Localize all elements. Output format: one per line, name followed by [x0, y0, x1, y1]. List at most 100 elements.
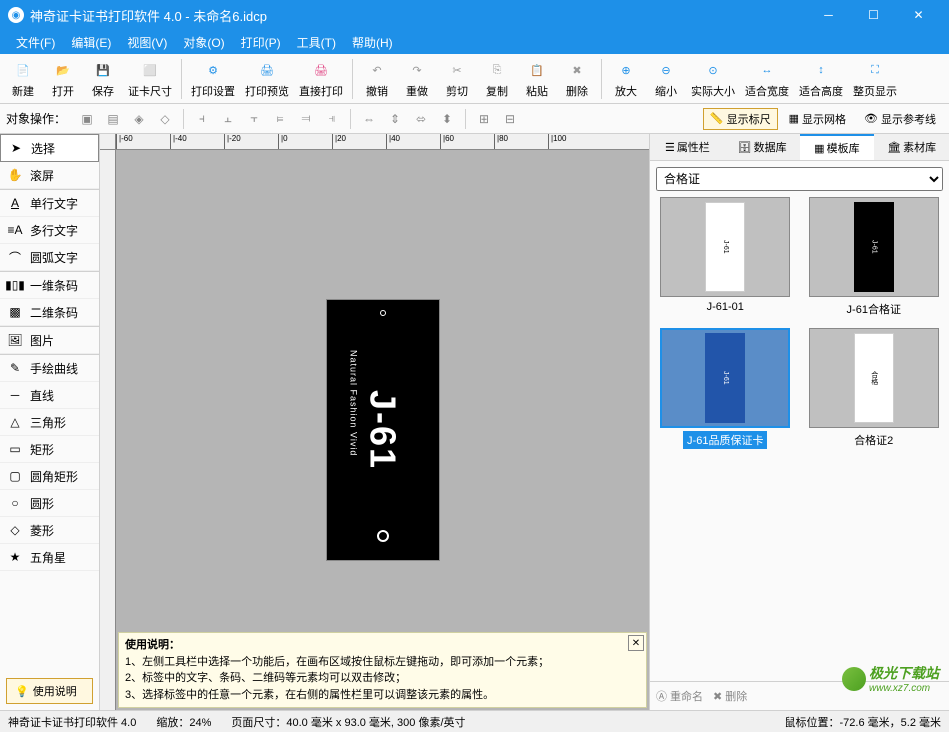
fitheight-button[interactable]: ↕适合高度: [795, 56, 847, 101]
save-button[interactable]: 💾保存: [84, 56, 122, 101]
menu-help[interactable]: 帮助(H): [344, 32, 401, 53]
tab-properties[interactable]: ☰属性栏: [650, 134, 725, 160]
delete-button[interactable]: ✖删除: [558, 56, 596, 101]
tool-line[interactable]: ─直线: [0, 382, 99, 409]
cardsize-icon: ⬜: [138, 58, 162, 82]
cardsize-button[interactable]: ⬜证卡尺寸: [124, 56, 176, 101]
show-grid-toggle[interactable]: ▦显示网格: [782, 108, 853, 130]
fitwidth-icon: ↔: [755, 58, 779, 82]
instructions-close-button[interactable]: ✕: [628, 635, 644, 651]
canvas-area[interactable]: |-60|-40|-20|0|20|40|60|80|100 J-61 Natu…: [100, 134, 649, 710]
template-item-3[interactable]: J-61 J-61品质保证卡: [656, 328, 795, 449]
tool-circle[interactable]: ○圆形: [0, 490, 99, 517]
layer-up-icon[interactable]: ◈: [128, 108, 150, 130]
menu-edit[interactable]: 编辑(E): [63, 32, 119, 53]
tool-diamond[interactable]: ◇菱形: [0, 517, 99, 544]
open-button[interactable]: 📂打开: [44, 56, 82, 101]
menu-print[interactable]: 打印(P): [233, 32, 289, 53]
line-icon: ─: [6, 386, 24, 404]
dist-h-icon[interactable]: ⇔: [358, 108, 380, 130]
ruler-corner: [100, 134, 116, 150]
star-icon: ★: [6, 548, 24, 566]
fitpage-button[interactable]: ⛶整页显示: [849, 56, 901, 101]
show-ruler-toggle[interactable]: 📏显示标尺: [703, 108, 778, 130]
menu-file[interactable]: 文件(F): [8, 32, 63, 53]
tool-select[interactable]: ➤选择: [0, 134, 99, 162]
tool-barcode-2d[interactable]: ▩二维条码: [0, 299, 99, 326]
ruler-vertical: [100, 150, 116, 710]
tool-freehand[interactable]: ✎手绘曲线: [0, 354, 99, 382]
card-hole-top: [380, 310, 386, 316]
tool-image[interactable]: 🖼图片: [0, 326, 99, 354]
fitwidth-button[interactable]: ↔适合宽度: [741, 56, 793, 101]
maximize-button[interactable]: ☐: [851, 0, 896, 30]
menu-tool[interactable]: 工具(T): [289, 32, 344, 53]
tool-text-multi[interactable]: ≡A多行文字: [0, 217, 99, 244]
pencil-icon: ✎: [6, 359, 24, 377]
align-left-icon[interactable]: ⫞: [191, 108, 213, 130]
preview-button[interactable]: 🖨打印预览: [241, 56, 293, 101]
instructions-button[interactable]: 💡使用说明: [6, 678, 93, 704]
dist-v-icon[interactable]: ⇕: [384, 108, 406, 130]
show-guide-toggle[interactable]: 👁显示参考线: [857, 108, 943, 130]
template-item-4[interactable]: 合格 合格证2: [805, 328, 944, 449]
menu-view[interactable]: 视图(V): [119, 32, 175, 53]
same-width-icon[interactable]: ⬄: [410, 108, 432, 130]
tab-templates[interactable]: ▦模板库: [800, 134, 875, 160]
open-icon: 📂: [51, 58, 75, 82]
undo-button[interactable]: ↶撤销: [358, 56, 396, 101]
actualsize-button[interactable]: ⊙实际大小: [687, 56, 739, 101]
group-icon[interactable]: ⊞: [473, 108, 495, 130]
same-height-icon[interactable]: ⬍: [436, 108, 458, 130]
layer-down-icon[interactable]: ◇: [154, 108, 176, 130]
align-right-icon[interactable]: ⫟: [243, 108, 265, 130]
tool-rect[interactable]: ▭矩形: [0, 436, 99, 463]
right-panel: ☰属性栏 🗄数据库 ▦模板库 🏛素材库 合格证 J-61 J-61-01 J-6…: [649, 134, 949, 710]
template-item-2[interactable]: J-61 J-61合格证: [805, 197, 944, 318]
printset-button[interactable]: ⚙打印设置: [187, 56, 239, 101]
cut-button[interactable]: ✂剪切: [438, 56, 476, 101]
zoomin-button[interactable]: ⊕放大: [607, 56, 645, 101]
align-bottom-icon[interactable]: ⫣: [321, 108, 343, 130]
tool-barcode-1d[interactable]: ▮▯▮一维条码: [0, 271, 99, 299]
tool-triangle[interactable]: △三角形: [0, 409, 99, 436]
card-sub-text[interactable]: Natural Fashion Vivid: [349, 350, 359, 456]
tool-pan[interactable]: ✋滚屏: [0, 162, 99, 189]
new-button[interactable]: 📄新建: [4, 56, 42, 101]
directprint-button[interactable]: 🖨直接打印: [295, 56, 347, 101]
align-top-icon[interactable]: ⫢: [269, 108, 291, 130]
tool-text-single[interactable]: A单行文字: [0, 189, 99, 217]
props-icon: ☰: [665, 141, 675, 154]
circle-icon: ○: [6, 494, 24, 512]
roundrect-icon: ▢: [6, 467, 24, 485]
copy-button[interactable]: ⎘复制: [478, 56, 516, 101]
close-button[interactable]: ✕: [896, 0, 941, 30]
redo-button[interactable]: ↷重做: [398, 56, 436, 101]
ruler-horizontal: |-60|-40|-20|0|20|40|60|80|100: [116, 134, 649, 150]
minimize-button[interactable]: ─: [806, 0, 851, 30]
layer-back-icon[interactable]: ▤: [102, 108, 124, 130]
guide-icon: 👁: [864, 112, 878, 125]
delete-template-button[interactable]: ✖删除: [713, 688, 747, 704]
status-pagesize: 页面尺寸：40.0 毫米 x 93.0 毫米, 300 像素/英寸: [231, 714, 465, 730]
template-category-select[interactable]: 合格证: [656, 167, 943, 191]
tab-materials[interactable]: 🏛素材库: [874, 134, 949, 160]
ungroup-icon[interactable]: ⊟: [499, 108, 521, 130]
paste-button[interactable]: 📋粘贴: [518, 56, 556, 101]
instructions-panel: ✕ 使用说明： 1、左侧工具栏中选择一个功能后，在画布区域按住鼠标左键拖动，即可…: [118, 632, 647, 708]
layer-front-icon[interactable]: ▣: [76, 108, 98, 130]
rename-button[interactable]: Ⓐ重命名: [656, 688, 703, 704]
zoomout-button[interactable]: ⊖缩小: [647, 56, 685, 101]
tool-roundrect[interactable]: ▢圆角矩形: [0, 463, 99, 490]
tab-database[interactable]: 🗄数据库: [725, 134, 800, 160]
card-design[interactable]: J-61 Natural Fashion Vivid: [327, 300, 439, 560]
template-item-1[interactable]: J-61 J-61-01: [656, 197, 795, 318]
menu-object[interactable]: 对象(O): [175, 32, 232, 53]
card-main-text[interactable]: J-61: [362, 390, 404, 470]
align-middle-icon[interactable]: ⫤: [295, 108, 317, 130]
image-icon: 🖼: [6, 331, 24, 349]
tool-star[interactable]: ★五角星: [0, 544, 99, 571]
template-grid: J-61 J-61-01 J-61 J-61合格证 J-61 J-61品质保证卡…: [656, 197, 943, 449]
align-center-icon[interactable]: ⫠: [217, 108, 239, 130]
tool-arc-text[interactable]: ⌒圆弧文字: [0, 244, 99, 271]
